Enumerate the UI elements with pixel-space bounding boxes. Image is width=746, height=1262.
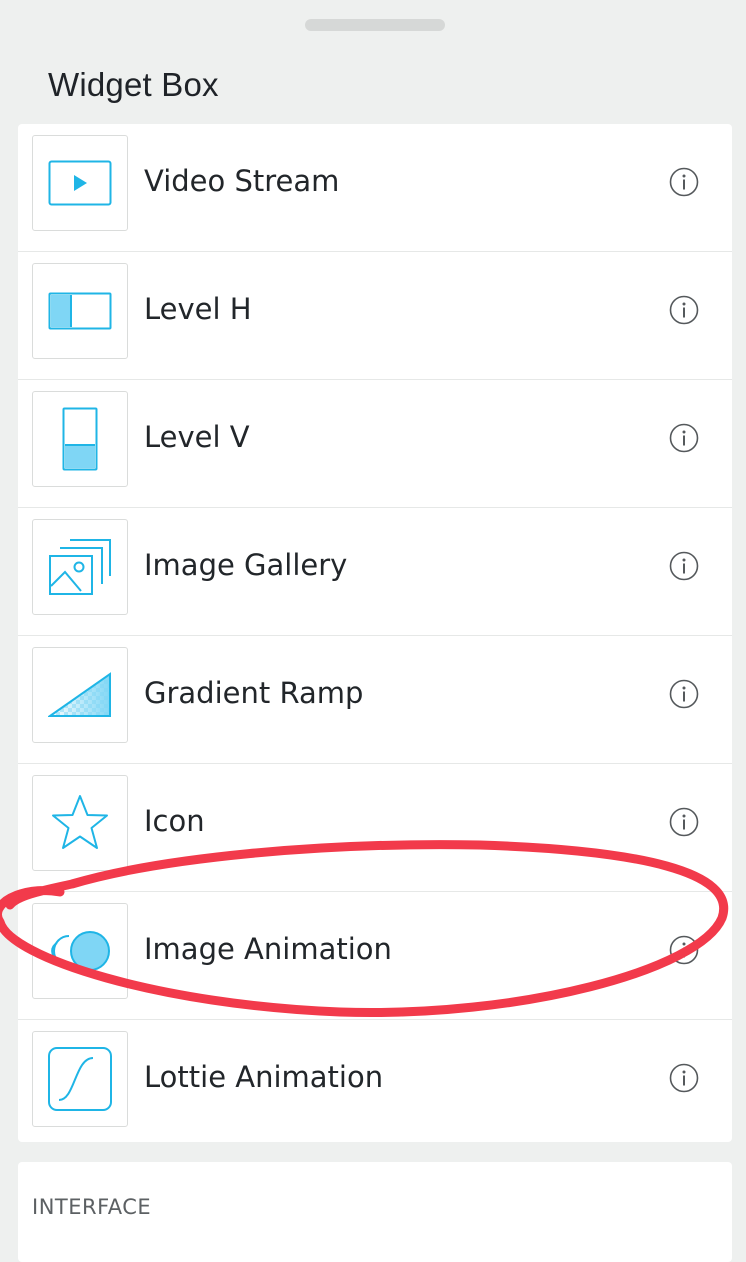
widget-tile (32, 263, 128, 359)
widget-row-level-v[interactable]: Level V (18, 380, 732, 508)
widget-row-gradient-ramp[interactable]: Gradient Ramp (18, 636, 732, 764)
widget-row-video-stream[interactable]: Video Stream (18, 124, 732, 252)
image-gallery-icon (49, 539, 111, 595)
image-animation-icon (51, 931, 110, 971)
level-v-icon (62, 407, 98, 471)
info-icon[interactable] (669, 551, 699, 581)
widget-label: Icon (144, 804, 205, 838)
widget-tile (32, 391, 128, 487)
info-icon[interactable] (669, 679, 699, 709)
widget-row-lottie-animation[interactable]: Lottie Animation (18, 1020, 732, 1142)
widget-label: Image Gallery (144, 548, 348, 582)
page-title: Widget Box (48, 66, 219, 103)
widget-label: Level H (144, 292, 252, 326)
info-icon[interactable] (669, 295, 699, 325)
widget-row-image-gallery[interactable]: Image Gallery (18, 508, 732, 636)
widget-label: Level V (144, 420, 250, 454)
info-icon[interactable] (669, 1063, 699, 1093)
lottie-animation-icon (48, 1047, 112, 1111)
widget-tile (32, 135, 128, 231)
widget-row-icon[interactable]: Icon (18, 764, 732, 892)
widget-tile (32, 1031, 128, 1127)
widget-label: Gradient Ramp (144, 676, 364, 710)
star-icon (52, 795, 108, 849)
widget-tile (32, 647, 128, 743)
widget-tile (32, 903, 128, 999)
info-icon[interactable] (669, 423, 699, 453)
widget-label: Video Stream (144, 164, 340, 198)
widget-label: Image Animation (144, 932, 392, 966)
widget-tile (32, 519, 128, 615)
section-header: INTERFACE (32, 1195, 152, 1219)
widget-list: Video Stream Level H Level V Image Galle… (18, 124, 732, 1142)
drag-handle[interactable] (305, 19, 445, 31)
video-stream-icon (48, 160, 112, 206)
level-h-icon (48, 292, 112, 330)
info-icon[interactable] (669, 935, 699, 965)
interface-section: INTERFACE (18, 1162, 732, 1262)
widget-label: Lottie Animation (144, 1060, 384, 1094)
widget-tile (32, 775, 128, 871)
info-icon[interactable] (669, 807, 699, 837)
info-icon[interactable] (669, 167, 699, 197)
gradient-ramp-icon (48, 672, 111, 717)
widget-row-level-h[interactable]: Level H (18, 252, 732, 380)
widget-row-image-animation[interactable]: Image Animation (18, 892, 732, 1020)
